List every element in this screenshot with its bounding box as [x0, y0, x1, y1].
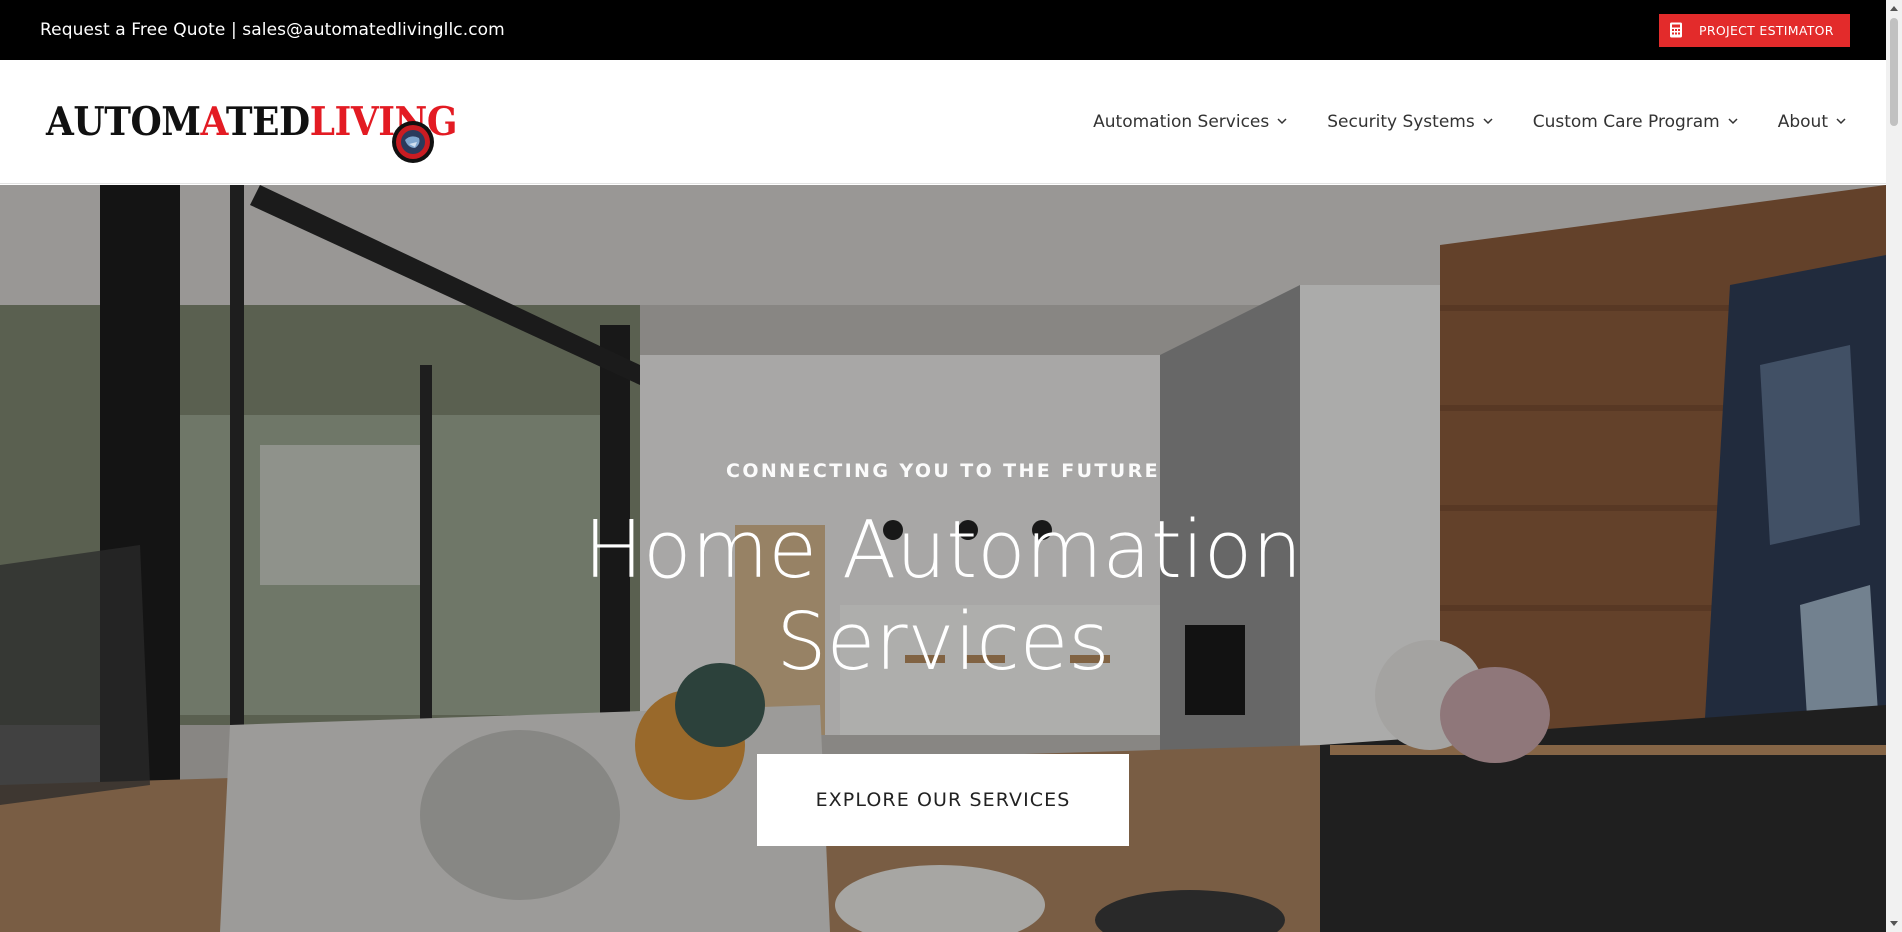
logo-text-part: TED	[225, 98, 310, 145]
scroll-up-arrow-icon[interactable]	[1889, 3, 1899, 13]
project-estimator-button[interactable]: PROJECT ESTIMATOR	[1659, 13, 1850, 47]
chevron-down-icon	[1728, 118, 1738, 125]
scroll-down-arrow-icon[interactable]	[1889, 919, 1899, 929]
page-scrollbar[interactable]	[1886, 0, 1902, 932]
hero-eyebrow: CONNECTING YOU TO THE FUTURE	[725, 460, 1161, 482]
nav-item-label: About	[1777, 111, 1828, 132]
nav-item-custom-care-program[interactable]: Custom Care Program	[1533, 112, 1738, 132]
nav-item-label: Custom Care Program	[1532, 111, 1720, 132]
quote-contact-text[interactable]: Request a Free Quote | sales@automatedli…	[40, 20, 505, 40]
logo-text-accent: A	[200, 98, 227, 145]
chevron-down-icon	[1277, 118, 1287, 125]
site-logo[interactable]: AUTOMATEDLIVING	[46, 74, 457, 170]
hero-title-line: Home Automation	[583, 504, 1303, 596]
logo-text-part: AUTOM	[46, 98, 201, 145]
hero-title-line: Services	[776, 596, 1110, 688]
site-header: AUTOMATEDLIVING Automation Services Secu…	[0, 60, 1886, 184]
hero-title: Home Automation Services	[543, 504, 1343, 688]
chevron-down-icon	[1483, 118, 1493, 125]
hero-section: CONNECTING YOU TO THE FUTURE Home Automa…	[0, 185, 1886, 932]
nav-item-automation-services[interactable]: Automation Services	[1093, 112, 1287, 132]
nav-item-security-systems[interactable]: Security Systems	[1327, 111, 1493, 132]
nav-item-label: Security Systems	[1327, 111, 1475, 132]
nav-item-label: Automation Services	[1093, 111, 1270, 132]
top-bar: Request a Free Quote | sales@automatedli…	[0, 0, 1886, 60]
project-estimator-label: PROJECT ESTIMATOR	[1699, 22, 1834, 38]
globe-icon	[391, 120, 435, 168]
scrollbar-thumb[interactable]	[1890, 18, 1898, 126]
hero-content: CONNECTING YOU TO THE FUTURE Home Automa…	[0, 460, 1886, 846]
calculator-icon	[1669, 22, 1685, 38]
main-nav: Automation Services Security Systems Cus…	[1053, 112, 1846, 132]
explore-services-button[interactable]: EXPLORE OUR SERVICES	[757, 754, 1129, 846]
nav-item-about[interactable]: About	[1778, 112, 1846, 132]
chevron-down-icon	[1836, 118, 1846, 125]
